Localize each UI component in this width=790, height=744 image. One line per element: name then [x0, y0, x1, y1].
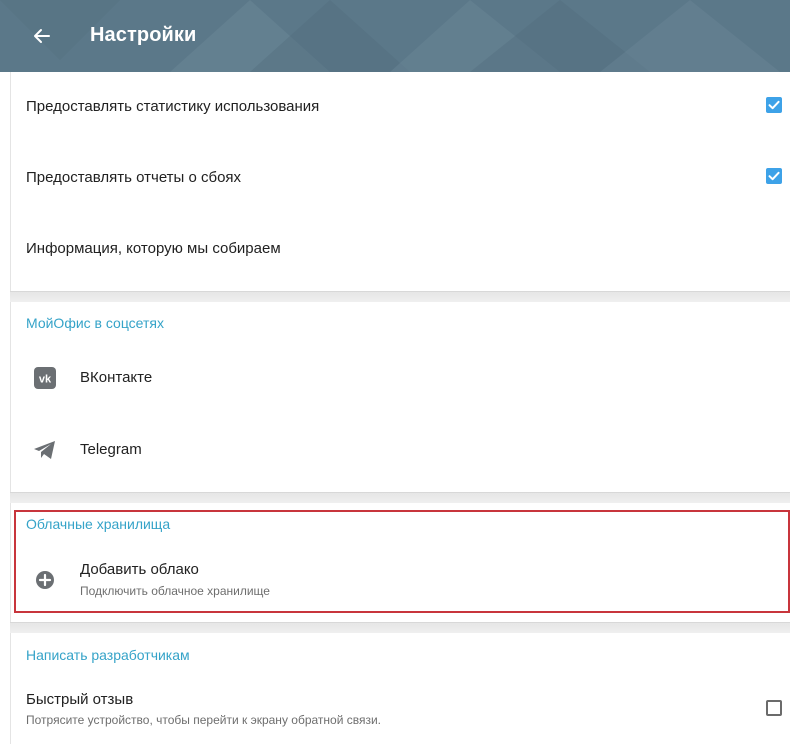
- crash-reports-label: Предоставлять отчеты о сбоях: [26, 169, 242, 186]
- usage-stats-label: Предоставлять статистику использования: [26, 98, 320, 115]
- quick-feedback-sublabel: Потрясите устройство, чтобы перейти к эк…: [26, 713, 382, 727]
- usage-stats-row[interactable]: Предоставлять статистику использования: [0, 72, 790, 144]
- quick-feedback-checkbox[interactable]: [766, 700, 782, 716]
- arrow-left-icon[interactable]: [26, 20, 58, 52]
- section-divider: [10, 492, 790, 503]
- vk-row[interactable]: vk ВКонтакте: [0, 350, 790, 410]
- add-cloud-sublabel: Подключить облачное хранилище: [80, 584, 270, 598]
- settings-screen: Настройки Предоставлять статистику испол…: [0, 0, 790, 744]
- section-divider: [10, 291, 790, 302]
- telegram-row[interactable]: Telegram: [0, 420, 790, 480]
- quick-feedback-label: Быстрый отзыв: [26, 691, 134, 708]
- quick-feedback-row[interactable]: Быстрый отзыв Потрясите устройство, чтоб…: [0, 682, 790, 744]
- section-divider: [10, 622, 790, 633]
- add-cloud-row[interactable]: Добавить облако Подключить облачное хран…: [0, 550, 790, 606]
- vk-label: ВКонтакте: [80, 369, 153, 386]
- svg-text:vk: vk: [39, 374, 52, 386]
- cloud-section-title: Облачные хранилища: [26, 516, 171, 532]
- developers-section-title: Написать разработчикам: [26, 647, 190, 663]
- add-cloud-label: Добавить облако: [80, 561, 199, 578]
- vk-icon: vk: [33, 366, 57, 390]
- usage-stats-checkbox[interactable]: [766, 97, 782, 113]
- telegram-label: Telegram: [80, 441, 142, 458]
- social-section-title: МойОфис в соцсетях: [26, 315, 164, 331]
- crash-reports-checkbox[interactable]: [766, 168, 782, 184]
- info-collected-label: Информация, которую мы собираем: [26, 240, 281, 257]
- crash-reports-row[interactable]: Предоставлять отчеты о сбоях: [0, 144, 790, 216]
- info-collected-row[interactable]: Информация, которую мы собираем: [0, 216, 790, 288]
- plus-circle-icon: [33, 568, 57, 592]
- telegram-icon: [33, 438, 57, 462]
- page-title: Настройки: [90, 24, 197, 46]
- app-bar: Настройки: [0, 0, 790, 72]
